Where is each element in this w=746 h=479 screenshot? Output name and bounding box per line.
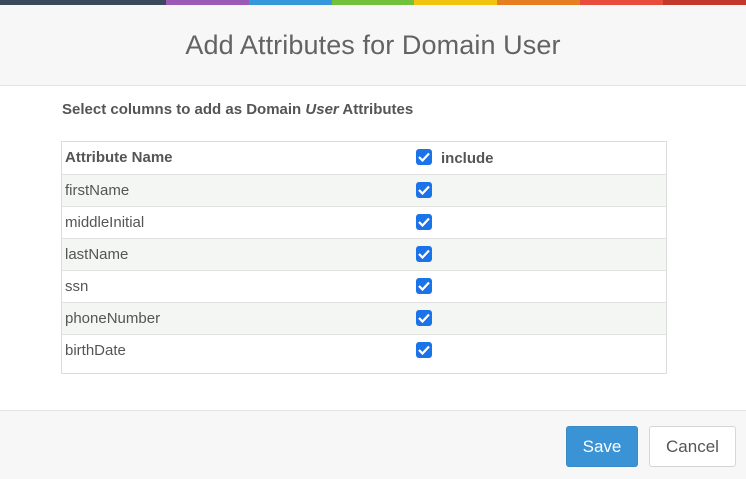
table-header-row: Attribute Name include [62, 142, 666, 174]
subtitle-prefix: Select columns to add as Domain [62, 101, 306, 118]
dialog-footer: Save Cancel [0, 410, 746, 479]
checkmark-icon [418, 217, 430, 227]
column-header-attribute-name: Attribute Name [65, 149, 173, 166]
dialog-subtitle: Select columns to add as Domain User Att… [62, 101, 413, 118]
table-row: birthDate [62, 334, 666, 366]
include-checkbox[interactable] [416, 214, 432, 230]
subtitle-suffix: Attributes [338, 101, 414, 118]
column-header-include: include [441, 150, 494, 167]
include-checkbox[interactable] [416, 342, 432, 358]
dialog-header: Add Attributes for Domain User [0, 5, 746, 86]
attribute-name: middleInitial [65, 214, 145, 231]
select-all-checkbox[interactable] [416, 149, 432, 165]
cancel-button[interactable]: Cancel [649, 426, 736, 467]
save-button[interactable]: Save [566, 426, 638, 467]
table-row: ssn [62, 270, 666, 302]
checkmark-icon [418, 313, 430, 323]
checkmark-icon [418, 249, 430, 259]
table-row: phoneNumber [62, 302, 666, 334]
include-checkbox[interactable] [416, 310, 432, 326]
attribute-name: birthDate [65, 342, 126, 359]
include-checkbox[interactable] [416, 278, 432, 294]
include-checkbox[interactable] [416, 182, 432, 198]
table-row: firstName [62, 174, 666, 206]
attributes-table: Attribute Name include firstName middleI… [61, 141, 667, 374]
dialog-title: Add Attributes for Domain User [185, 29, 561, 60]
attribute-name: ssn [65, 278, 89, 295]
checkmark-icon [418, 345, 430, 355]
subtitle-emphasis: User [305, 101, 339, 118]
table-row: lastName [62, 238, 666, 270]
checkmark-icon [418, 152, 430, 162]
table-row: middleInitial [62, 206, 666, 238]
attribute-name: phoneNumber [65, 310, 161, 327]
attribute-name: lastName [65, 246, 129, 263]
include-checkbox[interactable] [416, 246, 432, 262]
checkmark-icon [418, 281, 430, 291]
checkmark-icon [418, 185, 430, 195]
attribute-name: firstName [65, 182, 130, 199]
